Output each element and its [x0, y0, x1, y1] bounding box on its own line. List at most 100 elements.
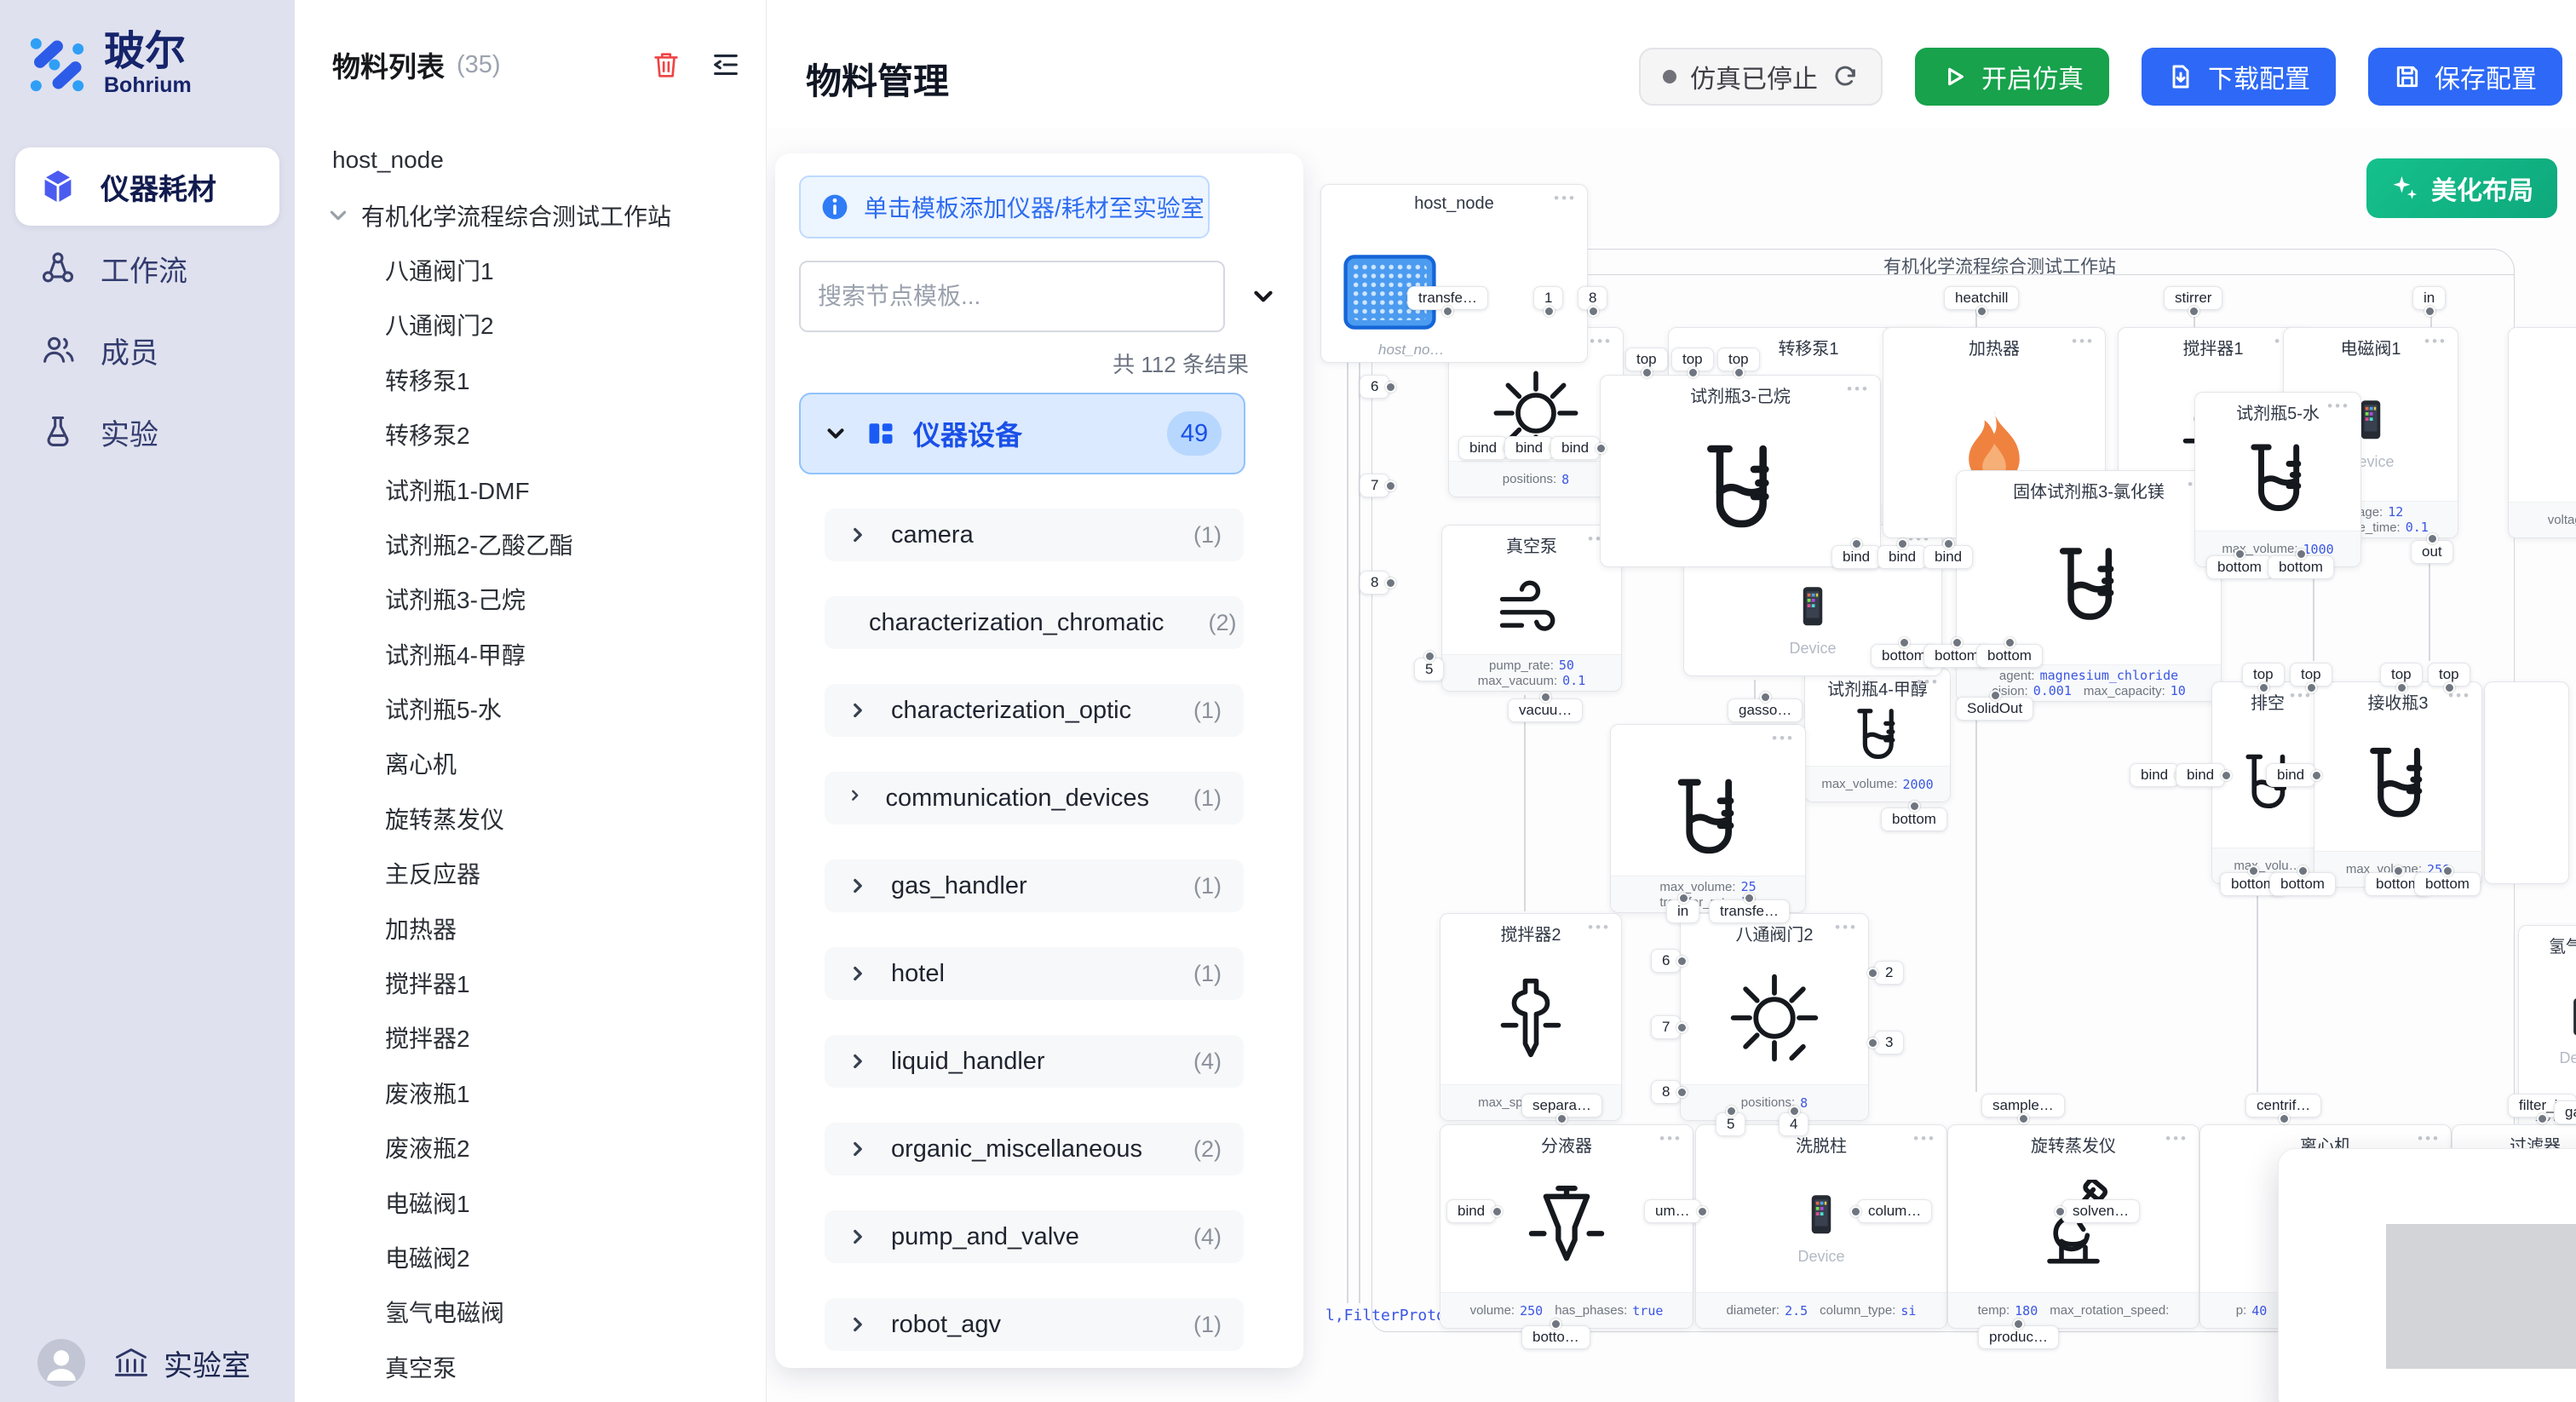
materials-tree-item[interactable]: 八通阀门2 — [295, 297, 766, 352]
port-chip-transfe[interactable]: transfe… — [1709, 899, 1790, 923]
port-chip-bind[interactable]: bind — [1923, 545, 1973, 569]
category-group-instruments[interactable]: 仪器设备 49 — [799, 393, 1245, 474]
port-chip-top[interactable]: top — [2242, 663, 2285, 687]
port-dot-icon[interactable] — [2427, 533, 2438, 544]
canvas-node[interactable]: 八通阀门2 ••• positions:8 — [1680, 913, 1869, 1121]
port-chip-bind[interactable]: bind — [1446, 1199, 1496, 1223]
canvas-node[interactable]: 分液器 ••• volume:250has_phases:true — [1440, 1124, 1693, 1329]
node-menu-icon[interactable]: ••• — [1835, 919, 1858, 936]
node-menu-icon[interactable]: ••• — [1772, 730, 1795, 747]
port-chip-colum[interactable]: colum… — [1857, 1199, 1932, 1223]
canvas-node[interactable]: 试剂瓶3-己烷 ••• — [1600, 375, 1881, 567]
port-dot-icon[interactable] — [1744, 893, 1755, 904]
category-row-organic_miscellaneous[interactable]: organic_miscellaneous (2) — [825, 1123, 1244, 1175]
port-chip-top[interactable]: top — [2428, 663, 2470, 687]
node-menu-icon[interactable]: ••• — [2165, 1130, 2188, 1147]
port-dot-icon[interactable] — [1897, 538, 1908, 549]
materials-tree-item[interactable]: 搅拌器2 — [295, 1010, 766, 1065]
download-config-button[interactable]: 下载配置 — [2142, 48, 2336, 106]
materials-tree-item[interactable]: 主反应器 — [295, 846, 766, 900]
port-chip-1[interactable]: 1 — [1533, 286, 1563, 310]
beautify-layout-button[interactable]: 美化布局 — [2366, 158, 2557, 218]
materials-tree-item[interactable]: 有机化学流程综合测试工作站 — [295, 187, 766, 242]
node-menu-icon[interactable]: ••• — [1588, 919, 1611, 936]
port-dot-icon[interactable] — [1867, 1037, 1878, 1049]
sidebar-item-members[interactable]: 成员 — [15, 311, 279, 389]
port-dot-icon[interactable] — [1943, 538, 1954, 549]
port-dot-icon[interactable] — [1734, 367, 1745, 378]
user-avatar[interactable] — [37, 1339, 85, 1387]
materials-tree-item[interactable]: 搅拌器1 — [295, 956, 766, 1010]
port-dot-icon[interactable] — [2424, 306, 2435, 317]
node-menu-icon[interactable]: ••• — [1913, 1130, 1936, 1147]
port-chip-bind[interactable]: bind — [2176, 763, 2225, 787]
materials-tree-item[interactable]: 电磁阀2 — [295, 1230, 766, 1284]
port-dot-icon[interactable] — [2234, 549, 2245, 560]
port-chip-5[interactable]: 5 — [1414, 658, 1444, 681]
node-menu-icon[interactable]: ••• — [1659, 1130, 1682, 1147]
port-chip-2[interactable]: 2 — [1874, 961, 1904, 985]
port-chip-sample[interactable]: sample… — [1981, 1094, 2065, 1118]
collapse-outdent-icon[interactable] — [710, 49, 742, 81]
port-chip-botto[interactable]: botto… — [1521, 1325, 1590, 1349]
node-menu-icon[interactable]: ••• — [1590, 333, 1613, 350]
port-chip-transfe[interactable]: transfe… — [1407, 286, 1488, 310]
port-chip-3[interactable]: 3 — [1874, 1031, 1904, 1054]
node-menu-icon[interactable]: ••• — [2424, 333, 2447, 350]
port-dot-icon[interactable] — [1688, 367, 1699, 378]
materials-tree-item[interactable]: 试剂瓶1-DMF — [295, 462, 766, 516]
materials-tree-item[interactable]: 氢气电磁阀 — [295, 1284, 766, 1339]
canvas-node[interactable]: 旋转蒸发仪 ••• temp:180max_rotation_speed: — [1947, 1124, 2199, 1329]
category-row-liquid_handler[interactable]: liquid_handler (4) — [825, 1035, 1244, 1088]
port-dot-icon[interactable] — [1678, 893, 1689, 904]
port-chip-gasso[interactable]: gasso… — [1728, 698, 1803, 722]
category-row-pump_and_valve[interactable]: pump_and_valve (4) — [825, 1210, 1244, 1263]
port-dot-icon[interactable] — [2055, 1206, 2066, 1217]
port-dot-icon[interactable] — [1789, 1106, 1800, 1117]
port-dot-icon[interactable] — [1550, 1319, 1561, 1330]
port-dot-icon[interactable] — [1726, 1106, 1737, 1117]
port-chip-8[interactable]: 8 — [1578, 286, 1607, 310]
materials-tree-item[interactable]: 转移泵2 — [295, 407, 766, 462]
panel-collapse-chevron-icon[interactable] — [1249, 282, 1278, 311]
sidebar-item-workflow[interactable]: 工作流 — [15, 229, 279, 307]
materials-tree-item[interactable]: 加热器 — [295, 900, 766, 955]
port-dot-icon[interactable] — [1760, 692, 1771, 703]
port-chip-bind[interactable]: bind — [1458, 436, 1508, 460]
port-dot-icon[interactable] — [1424, 651, 1435, 662]
materials-tree-item[interactable]: host_node — [295, 133, 766, 187]
save-config-button[interactable]: 保存配置 — [2368, 48, 2562, 106]
materials-tree-item[interactable]: 废液瓶2 — [295, 1120, 766, 1175]
materials-tree-item[interactable]: 试剂瓶2-乙酸乙酯 — [295, 517, 766, 572]
port-chip-gasso[interactable]: gasso… — [2554, 1100, 2576, 1124]
port-chip-bind[interactable]: bind — [1877, 545, 1927, 569]
port-chip-bottom[interactable]: bottom — [1881, 807, 1947, 831]
port-chip-bind[interactable]: bind — [1504, 436, 1554, 460]
materials-tree-item[interactable]: 八通阀门1 — [295, 243, 766, 297]
node-menu-icon[interactable]: ••• — [1847, 381, 1870, 398]
node-menu-icon[interactable]: ••• — [1554, 190, 1577, 207]
canvas-node[interactable]: 真空泵 ••• pump_rate:50max_vacuum:0.1 — [1441, 525, 1622, 692]
port-dot-icon[interactable] — [2396, 682, 2407, 693]
port-dot-icon[interactable] — [2306, 682, 2317, 693]
category-row-hotel[interactable]: hotel (1) — [825, 947, 1244, 1000]
port-chip-um[interactable]: um… — [1644, 1199, 1701, 1223]
port-chip-4[interactable]: 4 — [1779, 1112, 1808, 1136]
port-chip-bind[interactable]: bind — [2130, 763, 2179, 787]
port-chip-bind[interactable]: bind — [1550, 436, 1600, 460]
port-dot-icon[interactable] — [1867, 968, 1878, 979]
port-dot-icon[interactable] — [2296, 549, 2307, 560]
materials-tree-item[interactable]: 转移泵1 — [295, 353, 766, 407]
port-dot-icon[interactable] — [1642, 367, 1653, 378]
port-dot-icon[interactable] — [2442, 865, 2453, 876]
category-row-characterization_chromatic[interactable]: characterization_chromatic (2) — [825, 596, 1244, 649]
port-dot-icon[interactable] — [1850, 1206, 1861, 1217]
materials-tree-item[interactable]: 真空泵 — [295, 1340, 766, 1394]
port-dot-icon[interactable] — [2279, 1113, 2290, 1124]
port-chip-7[interactable]: 7 — [1651, 1015, 1681, 1039]
port-dot-icon[interactable] — [2297, 865, 2309, 876]
port-dot-icon[interactable] — [1544, 306, 1555, 317]
canvas-node[interactable]: 试剂瓶5-水 ••• max_volume:1000 — [2194, 392, 2361, 567]
category-row-robot_agv[interactable]: robot_agv (1) — [825, 1298, 1244, 1351]
canvas-node[interactable]: 试剂瓶4-甲醇 ••• max_volume:2000 — [1804, 668, 1951, 802]
